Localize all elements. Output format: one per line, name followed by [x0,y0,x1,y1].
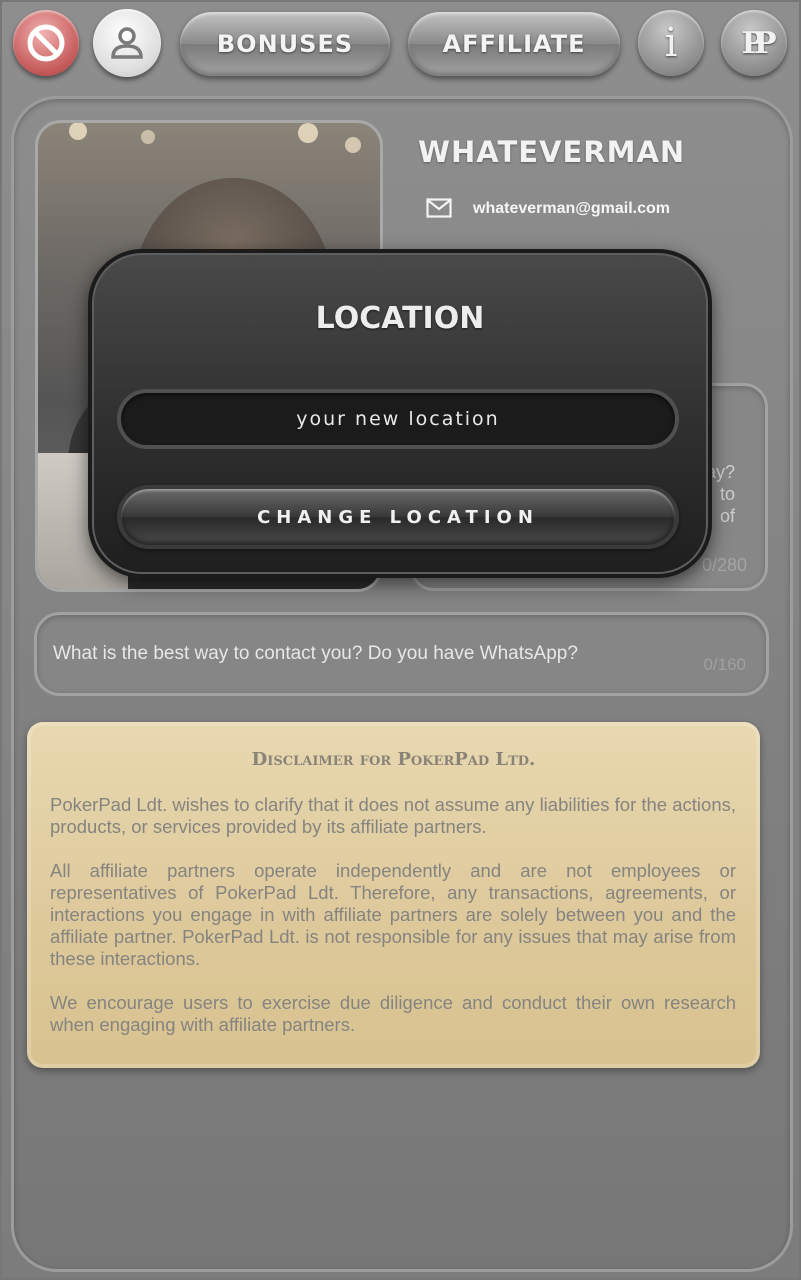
ban-icon [27,24,65,62]
profile-button[interactable] [93,9,161,77]
disclaimer-paragraph-3: We encourage users to exercise due dilig… [50,992,736,1035]
ban-button[interactable] [13,10,79,76]
contact-char-count: 0/160 [703,655,746,674]
disclaimer-paragraph-2: All affiliate partners operate independe… [50,860,736,969]
info-icon: i [664,20,678,66]
affiliate-button[interactable]: AFFILIATE [408,12,620,76]
info-button[interactable]: i [638,10,704,76]
modal-title: LOCATION [315,301,485,336]
location-modal: LOCATION CHANGE LOCATION [88,249,712,578]
photo-lights [69,123,361,153]
email-address: whateverman@gmail.com [473,200,670,217]
about-char-count: 0/280 [701,555,747,575]
user-icon [111,27,143,59]
disclaimer-panel: Disclaimer for PokerPad Ltd. PokerPad Ld… [27,722,760,1068]
contact-textarea[interactable]: What is the best way to contact you? Do … [34,612,769,696]
pokerpad-logo-button[interactable]: PP [721,10,787,76]
location-input[interactable] [117,389,679,449]
username: WHATEVERMAN [418,135,686,169]
disclaimer-paragraph-1: PokerPad Ldt. wishes to clarify that it … [50,794,736,837]
mail-icon [426,198,452,218]
bonuses-button[interactable]: BONUSES [180,12,390,76]
contact-placeholder: What is the best way to contact you? Do … [53,643,578,664]
disclaimer-title: Disclaimer for PokerPad Ltd. [251,749,536,770]
pokerpad-logo: PP [741,25,776,61]
change-location-button[interactable]: CHANGE LOCATION [117,485,679,549]
